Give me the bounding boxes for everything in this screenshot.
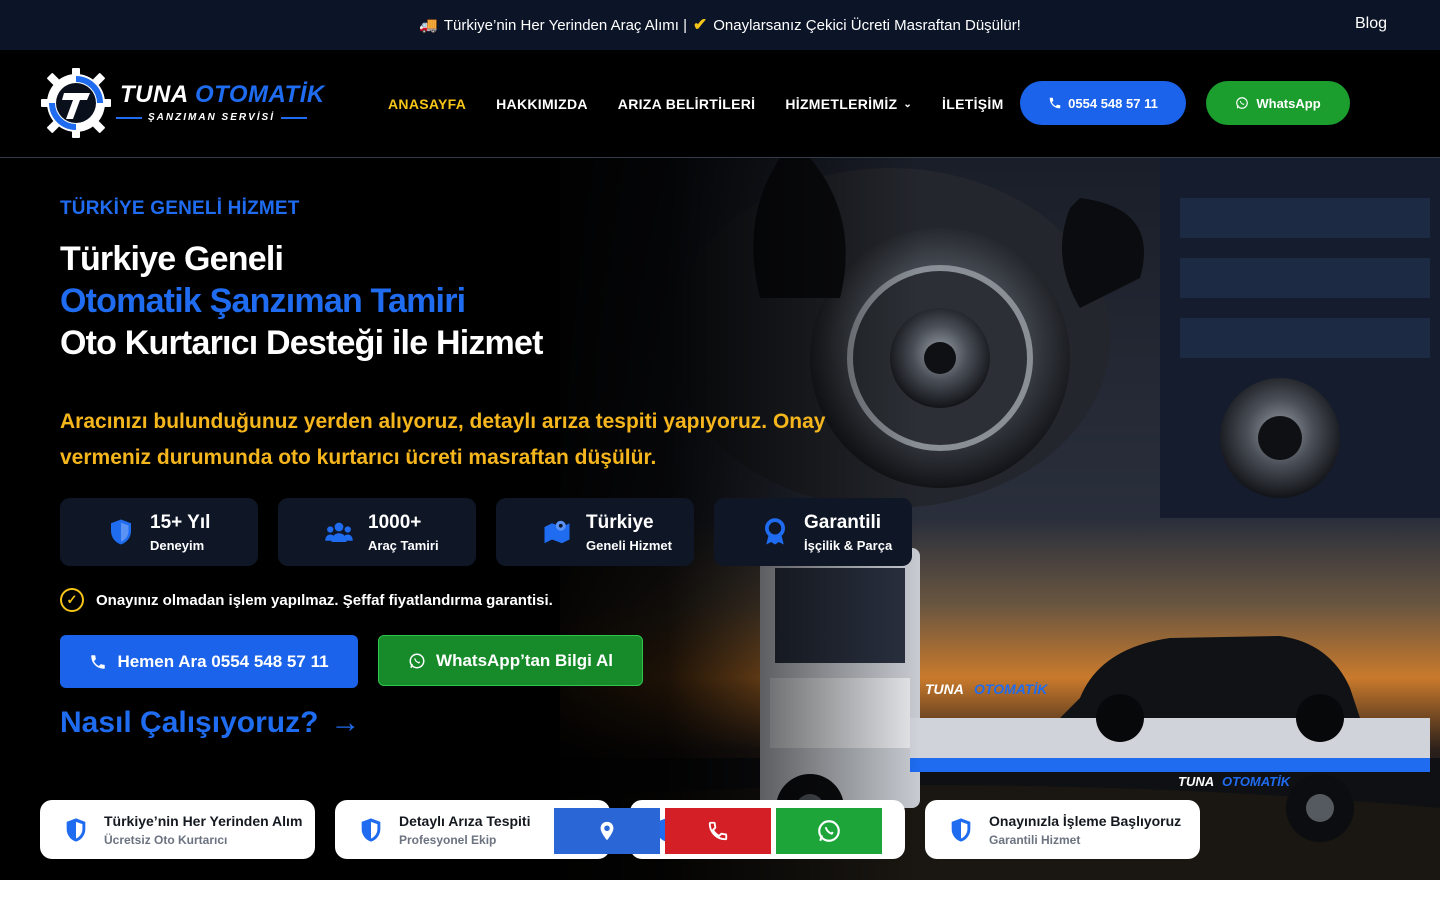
svg-text:TUNA: TUNA (925, 681, 964, 697)
hero-section: TUNA OTOMATİK TUNA OTOMATİK TÜRKİYE GENE… (0, 158, 1440, 880)
subtitle-line-right (281, 116, 308, 119)
shield-icon (951, 817, 971, 842)
phone-icon (1049, 97, 1061, 109)
floating-whatsapp-button[interactable] (776, 808, 882, 854)
assurance-text: Onayınız olmadan işlem yapılmaz. Şeffaf … (96, 591, 553, 609)
stat-subtitle: İşçilik & Parça (804, 537, 893, 553)
feature-title: Onayınızla İşleme Başlıyoruz (989, 812, 1182, 829)
floating-location-button[interactable] (554, 808, 660, 854)
arrow-right-icon: → (330, 706, 361, 739)
check-circle-icon: ✓ (60, 588, 84, 612)
hero-stats: 15+ Yıl Deneyim 1000+ Araç Tamiri Türkiy… (60, 498, 912, 566)
cta-whatsapp-button[interactable]: WhatsApp’tan Bilgi Al (378, 635, 643, 686)
nav-item-label: ARIZA BELİRTİLERİ (617, 96, 756, 112)
brand-name-part2: OTOMATİK (194, 81, 325, 108)
announcement-text-1: Türkiye’nin Her Yerinden Araç Alımı | (443, 16, 687, 34)
shield-icon (361, 817, 381, 842)
nav-item-hizmetlerimiz[interactable]: HİZMETLERİMİZ ⌄ (785, 96, 912, 112)
cta-whatsapp-label: WhatsApp’tan Bilgi Al (436, 650, 613, 670)
whatsapp-icon (409, 653, 425, 668)
feature-title: Detaylı Arıza Tespiti (399, 812, 531, 829)
feature-title: Türkiye’nin Her Yerinden Alım (104, 812, 303, 829)
feature-card: Onayınızla İşleme Başlıyoruz Garantili H… (925, 800, 1200, 859)
blog-link[interactable]: Blog (1355, 15, 1387, 33)
phone-icon (708, 821, 728, 841)
chevron-down-icon: ⌄ (903, 98, 913, 110)
floating-call-button[interactable] (665, 808, 771, 854)
brand-subtitle-text: ŞANZIMAN SERVİSİ (148, 112, 276, 123)
feature-subtitle: Profesyonel Ekip (399, 832, 497, 847)
announcement-message: 🚚 Türkiye’nin Her Yerinden Araç Alımı | … (0, 0, 1440, 50)
users-icon (325, 522, 353, 542)
nav-item-label: ANASAYFA (388, 96, 467, 112)
stat-subtitle: Araç Tamiri (368, 537, 439, 553)
feature-subtitle: Ücretsiz Oto Kurtarıcı (104, 832, 228, 847)
cta-call-button[interactable]: Hemen Ara 0554 548 57 11 (60, 635, 358, 688)
how-it-works-label: Nasıl Çalışıyoruz? (60, 706, 319, 739)
shield-icon (66, 817, 86, 842)
hero-title-line-3: Oto Kurtarıcı Desteği ile Hizmet (60, 324, 543, 362)
header-phone-button[interactable]: 0554 548 57 11 (1020, 81, 1186, 125)
svg-text:OTOMATİK: OTOMATİK (974, 681, 1048, 697)
stat-card-warranty: Garantili İşçilik & Parça (714, 498, 912, 566)
announcement-text-2: Onaylarsanız Çekici Ücreti Masraftan Düş… (713, 16, 1021, 34)
header-whatsapp-label: WhatsApp (1256, 95, 1321, 111)
hero-title-line-2: Otomatik Şanzıman Tamiri (60, 282, 466, 320)
phone-icon (91, 654, 106, 669)
nav-item-label: İLETİŞİM (942, 96, 1004, 112)
assurance-note: ✓ Onayınız olmadan işlem yapılmaz. Şeffa… (60, 588, 553, 612)
svg-text:OTOMATİK: OTOMATİK (1222, 774, 1292, 789)
nav-item-ariza-belirtileri[interactable]: ARIZA BELİRTİLERİ (618, 96, 756, 112)
hero-title-line-1: Türkiye Geneli (60, 240, 284, 278)
site-header: TUNA OTOMATİK ŞANZIMAN SERVİSİ ANASAYFA … (0, 50, 1440, 158)
feature-subtitle: Garantili Hizmet (989, 832, 1081, 847)
site-logo[interactable]: TUNA OTOMATİK ŞANZIMAN SERVİSİ (40, 67, 324, 139)
how-it-works-link[interactable]: Nasıl Çalışıyoruz? → (60, 706, 360, 740)
stat-title: Türkiye (586, 511, 654, 533)
map-icon (544, 520, 570, 544)
tow-truck-icon: 🚚 (419, 17, 438, 34)
nav-item-label: HAKKIMIZDA (496, 96, 588, 112)
nav-item-label: HİZMETLERİMİZ (785, 96, 898, 112)
hero-lead-text: Aracınızı bulunduğunuz yerden alıyoruz, … (60, 410, 826, 469)
stat-subtitle: Deneyim (150, 537, 205, 553)
feature-card: Türkiye’nin Her Yerinden Alım Ücretsiz O… (40, 800, 315, 859)
page-bottom-strip (0, 880, 1440, 900)
stat-card-experience: 15+ Yıl Deneyim (60, 498, 258, 566)
stat-title: 15+ Yıl (150, 511, 211, 533)
stat-title: 1000+ (368, 511, 422, 533)
stat-title: Garantili (804, 511, 882, 533)
map-pin-icon (600, 821, 614, 841)
whatsapp-icon (1236, 97, 1249, 109)
header-whatsapp-button[interactable]: WhatsApp (1206, 81, 1350, 125)
stat-card-repairs: 1000+ Araç Tamiri (278, 498, 476, 566)
subtitle-line-left (116, 116, 142, 119)
stat-subtitle: Geneli Hizmet (586, 537, 672, 553)
brand-subtitle: ŞANZIMAN SERVİSİ (116, 112, 308, 123)
whatsapp-icon (818, 820, 840, 842)
nav-item-iletisim[interactable]: İLETİŞİM (942, 96, 1004, 112)
shield-icon (111, 519, 131, 545)
top-announcement-bar: 🚚 Türkiye’nin Her Yerinden Araç Alımı | … (0, 0, 1440, 50)
hero-eyebrow: TÜRKİYE GENELİ HİZMET (60, 198, 300, 219)
checkmark-icon: ✔ (693, 15, 708, 34)
brand-name-part1: TUNA (120, 81, 188, 108)
stat-card-nationwide: Türkiye Geneli Hizmet (496, 498, 694, 566)
nav-item-anasayfa[interactable]: ANASAYFA (388, 96, 466, 112)
gear-logo-icon (41, 68, 111, 138)
svg-text:TUNA: TUNA (1178, 774, 1214, 789)
main-navigation: ANASAYFA HAKKIMIZDA ARIZA BELİRTİLERİ Hİ… (388, 50, 1004, 158)
brand-name: TUNA OTOMATİK (120, 81, 325, 109)
cta-call-label: Hemen Ara 0554 548 57 11 (117, 651, 329, 671)
header-phone-label: 0554 548 57 11 (1068, 95, 1158, 111)
nav-item-hakkimizda[interactable]: HAKKIMIZDA (496, 96, 588, 112)
award-icon (765, 518, 785, 545)
